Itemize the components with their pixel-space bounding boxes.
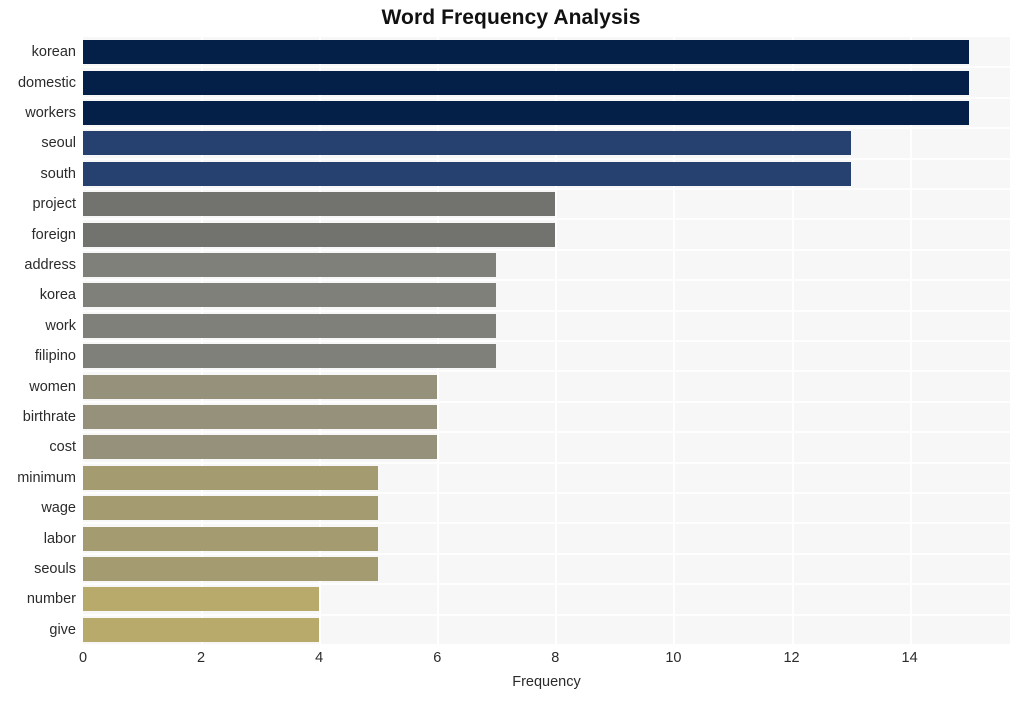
y-tick-label: labor: [43, 530, 76, 547]
y-gridline: [83, 613, 1010, 616]
y-gridline: [83, 552, 1010, 555]
bar: [83, 587, 320, 612]
bar: [83, 283, 497, 308]
x-axis-ticks: 0 2 4 6 8 10 12 14: [0, 650, 1022, 672]
bar: [83, 557, 379, 581]
y-gridline: [83, 127, 1010, 130]
x-tick-label: 6: [433, 650, 442, 666]
plot-area: [83, 37, 1010, 645]
bar: [83, 344, 497, 369]
y-tick-label: foreign: [31, 226, 76, 243]
bar: [83, 101, 969, 125]
bar: [83, 40, 969, 65]
x-tick-label: 12: [783, 650, 800, 666]
bar: [83, 253, 497, 277]
y-tick-label: birthrate: [22, 409, 76, 425]
x-axis-label: Frequency: [512, 674, 581, 690]
y-tick-label: minimum: [17, 469, 76, 486]
y-gridline: [83, 461, 1010, 464]
y-tick-label: workers: [25, 105, 76, 121]
bar: [83, 131, 851, 156]
bar: [83, 405, 438, 429]
y-gridline: [83, 96, 1010, 99]
y-gridline: [83, 340, 1010, 342]
x-tick-label: 14: [901, 650, 918, 666]
x-tick-label: 2: [197, 650, 206, 666]
y-tick-label: project: [32, 196, 76, 213]
y-gridline: [83, 370, 1010, 373]
y-gridline: [83, 188, 1010, 190]
bar: [83, 496, 379, 521]
y-gridline: [83, 248, 1010, 251]
y-tick-label: address: [24, 257, 76, 273]
y-tick-label: filipino: [34, 348, 76, 365]
y-tick-label: wage: [41, 500, 76, 517]
y-gridline: [83, 400, 1010, 403]
bar: [83, 192, 556, 217]
y-gridline: [83, 309, 1010, 312]
y-tick-label: domestic: [17, 74, 76, 91]
y-tick-label: korean: [31, 44, 76, 61]
y-tick-label: number: [26, 591, 76, 608]
y-gridline: [83, 644, 1010, 645]
y-tick-label: seouls: [34, 561, 76, 577]
y-tick-label: cost: [49, 439, 76, 456]
bar: [83, 374, 438, 399]
x-tick-label: 8: [551, 650, 560, 666]
y-gridline: [83, 218, 1010, 221]
y-gridline: [83, 492, 1010, 494]
x-tick-label: 4: [315, 650, 324, 666]
bar: [83, 465, 379, 490]
y-tick-label: work: [45, 317, 76, 334]
y-tick-label: give: [49, 621, 76, 638]
x-tick-label: 0: [78, 650, 88, 666]
y-gridline: [83, 66, 1010, 69]
bar: [83, 526, 379, 551]
bar: [83, 313, 497, 338]
y-gridline: [83, 522, 1010, 525]
y-axis-labels: korean domestic workers seoul south project fo…: [0, 37, 76, 645]
y-gridline: [83, 157, 1010, 160]
chart-figure: Word Frequency Analysis korean domestic wo…: [0, 0, 1022, 701]
y-gridline: [83, 583, 1010, 586]
y-tick-label: korea: [39, 287, 76, 304]
chart-title: Word Frequency Analysis: [381, 6, 641, 29]
y-tick-label: south: [40, 165, 76, 182]
y-tick-label: women: [29, 378, 76, 395]
bar: [83, 70, 969, 95]
y-gridline: [83, 431, 1010, 434]
bar: [83, 435, 438, 460]
bar: [83, 161, 851, 186]
y-gridline: [83, 279, 1010, 282]
bar: [83, 222, 556, 247]
bar: [83, 617, 320, 642]
x-tick-label: 10: [665, 650, 682, 666]
y-tick-label: seoul: [41, 135, 76, 152]
